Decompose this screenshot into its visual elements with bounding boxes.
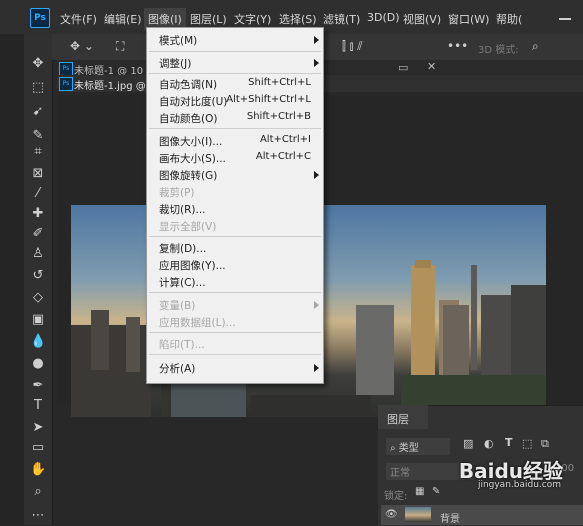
auto-select-icon[interactable]: ⛶ <box>116 39 124 54</box>
menu-separator <box>149 51 321 52</box>
gradient-tool-icon[interactable]: ▣ <box>30 312 46 328</box>
filter-smart-object-icon[interactable]: ⧉ <box>541 437 549 451</box>
shortcut-label: Alt+Ctrl+I <box>259 134 311 145</box>
layer-thumbnail <box>405 507 431 522</box>
path-select-tool-icon[interactable]: ➤ <box>30 420 46 436</box>
menu-edit[interactable]: 编辑(E) <box>104 11 142 27</box>
menu-item-image-size[interactable]: 图像大小(I)... <box>159 134 222 149</box>
menu-item-image-rotation[interactable]: 图像旋转(G) <box>159 168 217 183</box>
shortcut-label: Shift+Ctrl+L <box>248 77 311 88</box>
zoom-tool-icon[interactable]: ⌕ <box>30 484 46 500</box>
doc-tab-title: 未标题-1.jpg @ <box>74 81 146 92</box>
menu-help[interactable]: 帮助( <box>496 11 522 27</box>
menu-separator <box>149 332 321 333</box>
menu-separator <box>149 236 321 237</box>
lasso-tool-icon[interactable]: ➹ <box>30 104 46 120</box>
crop-tool-icon[interactable]: ⌗ <box>30 144 46 160</box>
menu-layer[interactable]: 图层(L) <box>190 11 227 27</box>
menu-separator <box>149 128 321 129</box>
quick-select-tool-icon[interactable]: ✎ <box>30 128 46 144</box>
brush-tool-icon[interactable]: ✐ <box>30 226 46 242</box>
submenu-arrow-icon <box>314 59 319 67</box>
layer-filter-label: 类型 <box>398 443 419 454</box>
menu-item-variables: 变量(B) <box>159 300 196 312</box>
ps-file-icon: Ps <box>59 77 73 91</box>
filter-shape-icon[interactable]: ⬚ <box>522 437 532 450</box>
3d-mode-label: 3D 模式: <box>478 45 519 56</box>
type-tool-icon[interactable]: T <box>30 398 46 414</box>
menu-separator <box>149 354 321 355</box>
menu-item-canvas-size[interactable]: 画布大小(S)... <box>159 151 226 166</box>
ps-file-icon: Ps <box>59 62 73 76</box>
more-tools-icon[interactable]: ⋯ <box>30 508 46 524</box>
pen-tool-icon[interactable]: ✒ <box>30 378 46 394</box>
menu-item-apply-data-set: 应用数据组(L)... <box>159 317 236 329</box>
tools-panel: ✥ ⬚ ➹ ✎ ⌗ ⊠ ⁄ ✚ ✐ ♙ ↺ ◇ ▣ 💧 ● ✒ T ➤ ▭ ✋ … <box>24 34 53 525</box>
menu-item-auto-contrast[interactable]: 自动对比度(U) <box>159 94 227 109</box>
image-menu-dropdown: 模式(M) 调整(J) 自动色调(N) Shift+Ctrl+L 自动对比度(U… <box>146 27 324 384</box>
menu-item-mode[interactable]: 模式(M) <box>159 33 197 48</box>
blur-tool-icon[interactable]: 💧 <box>30 334 46 350</box>
menu-view[interactable]: 视图(V) <box>403 11 441 27</box>
clone-stamp-tool-icon[interactable]: ♙ <box>30 246 46 262</box>
move-tool-icon[interactable]: ✥ <box>30 56 46 72</box>
menu-item-apply-image[interactable]: 应用图像(Y)... <box>159 258 226 273</box>
submenu-arrow-icon <box>314 364 319 372</box>
tab-close-icon[interactable]: ✕ <box>427 60 436 73</box>
shortcut-label: Alt+Ctrl+C <box>255 151 311 162</box>
baidu-watermark-url: jingyan.baidu.com <box>477 480 561 490</box>
menu-filter[interactable]: 滤镜(T) <box>323 11 360 27</box>
lock-brush-icon[interactable]: ✎ <box>432 486 440 497</box>
eraser-tool-icon[interactable]: ◇ <box>30 290 46 306</box>
menu-window[interactable]: 窗口(W) <box>448 11 489 27</box>
history-brush-tool-icon[interactable]: ↺ <box>30 268 46 284</box>
rectangle-tool-icon[interactable]: ▭ <box>30 440 46 456</box>
layer-name: 背景 <box>440 514 460 525</box>
search-icon[interactable]: ⌕ <box>532 39 539 54</box>
healing-brush-tool-icon[interactable]: ✚ <box>30 206 46 222</box>
more-options-icon[interactable]: ••• <box>447 39 468 53</box>
filter-type-icon[interactable]: T <box>505 436 513 449</box>
lock-pixels-icon[interactable]: ▦ <box>415 486 424 497</box>
tab-restore-icon[interactable]: ▭ <box>398 61 408 74</box>
filter-adjustment-icon[interactable]: ◐ <box>484 437 494 450</box>
shortcut-label: Alt+Shift+Ctrl+L <box>226 94 311 105</box>
menu-separator <box>149 292 321 293</box>
menu-item-trap: 陷印(T)... <box>159 339 205 351</box>
menu-item-reveal-all: 显示全部(V) <box>159 221 217 233</box>
submenu-arrow-icon <box>314 171 319 179</box>
frame-tool-icon[interactable]: ⊠ <box>30 166 46 182</box>
menu-item-auto-color[interactable]: 自动颜色(O) <box>159 111 217 126</box>
menu-item-auto-tone[interactable]: 自动色调(N) <box>159 77 217 92</box>
menu-3d[interactable]: 3D(D) <box>367 11 400 24</box>
shortcut-label: Shift+Ctrl+B <box>246 111 311 122</box>
submenu-arrow-icon <box>314 36 319 44</box>
marquee-tool-icon[interactable]: ⬚ <box>30 80 46 96</box>
submenu-arrow-icon <box>314 301 319 309</box>
move-options-icon[interactable]: ✥ ⌄ <box>70 39 94 53</box>
dodge-tool-icon[interactable]: ● <box>30 356 46 372</box>
menu-item-duplicate[interactable]: 复制(D)... <box>159 241 206 256</box>
menu-separator <box>149 73 321 74</box>
menu-type[interactable]: 文字(Y) <box>234 11 271 27</box>
layers-tab-label: 图层 <box>387 413 409 426</box>
layer-filter-dropdown[interactable]: ⌕ 类型 <box>386 438 450 455</box>
align-icons[interactable]: ⫿ ⫾ ⫽ <box>342 39 363 54</box>
menu-item-crop: 裁剪(P) <box>159 187 195 199</box>
hand-tool-icon[interactable]: ✋ <box>30 462 46 478</box>
eyedropper-tool-icon[interactable]: ⁄ <box>30 186 46 202</box>
lock-label: 锁定: <box>384 491 408 502</box>
menu-item-adjustments[interactable]: 调整(J) <box>159 56 191 71</box>
minimize-icon[interactable] <box>559 18 571 20</box>
visibility-eye-icon[interactable]: 👁 <box>385 509 398 520</box>
mouse-cursor-icon: ➚ <box>176 80 187 95</box>
menu-item-trim[interactable]: 裁切(R)... <box>159 202 206 217</box>
filter-pixel-icon[interactable]: ▨ <box>463 437 473 450</box>
menu-item-calculations[interactable]: 计算(C)... <box>159 275 206 290</box>
photoshop-logo: Ps <box>30 8 50 28</box>
menu-item-analysis[interactable]: 分析(A) <box>159 361 195 376</box>
menu-select[interactable]: 选择(S) <box>279 11 317 27</box>
left-edge-panel <box>0 34 24 525</box>
menu-file[interactable]: 文件(F) <box>60 11 97 27</box>
